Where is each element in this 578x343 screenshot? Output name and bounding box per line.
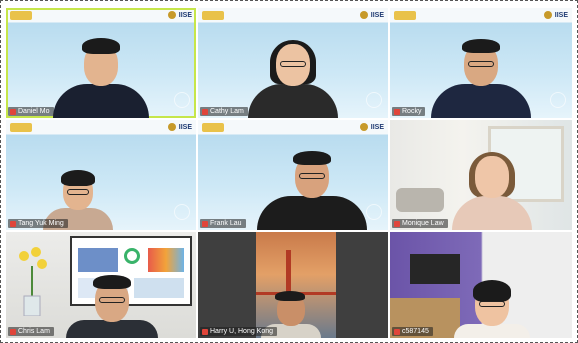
flowers-icon <box>19 247 47 316</box>
mic-muted-icon <box>394 220 400 227</box>
background-sofa <box>396 188 444 212</box>
seal-icon <box>359 123 368 131</box>
brand-bar: IISE <box>390 8 572 22</box>
video-tile-frank-lau[interactable]: IISE Frank Lau <box>198 120 388 230</box>
seal-icon <box>167 123 176 131</box>
watermark-icon <box>366 204 382 220</box>
video-tile-daniel-mo[interactable]: IISE Daniel Mo <box>6 8 196 118</box>
video-tile-tang-yuk-ming[interactable]: IISE Tang Yuk Ming <box>6 120 196 230</box>
mic-muted-icon <box>394 328 400 335</box>
participant-name-label: Cathy Lam <box>200 107 248 116</box>
participant-video <box>257 151 367 230</box>
participant-name-label: Harry U, Hong Kong <box>200 327 278 336</box>
mic-muted-icon <box>202 220 208 227</box>
participant-video <box>451 152 532 230</box>
video-grid: IISE Daniel Mo IISE Cathy Lam IISE Rocky… <box>6 8 572 338</box>
seal-icon <box>543 11 552 19</box>
mic-muted-icon <box>394 108 400 115</box>
event-logo <box>394 10 416 20</box>
background-monitor <box>410 254 460 284</box>
org-logo: IISE <box>167 123 192 131</box>
org-logo: IISE <box>359 11 384 19</box>
org-logo: IISE <box>167 11 192 19</box>
participant-name-label: Monique Law <box>392 219 448 228</box>
video-tile-monique-law[interactable]: Monique Law <box>390 120 572 230</box>
video-tile-c587145[interactable]: c587145 <box>390 232 572 338</box>
participant-name-label: Frank Lau <box>200 219 246 228</box>
watermark-icon <box>366 92 382 108</box>
participant-video <box>431 39 531 118</box>
seal-icon <box>359 11 368 19</box>
brand-bar: IISE <box>6 8 196 22</box>
video-tile-rocky[interactable]: IISE Rocky <box>390 8 572 118</box>
watermark-icon <box>550 92 566 108</box>
participant-name-label: Chris Lam <box>8 327 54 336</box>
watermark-icon <box>174 204 190 220</box>
video-tile-cathy-lam[interactable]: IISE Cathy Lam <box>198 8 388 118</box>
brand-bar: IISE <box>6 120 196 134</box>
mic-muted-icon <box>202 328 208 335</box>
org-logo: IISE <box>543 11 568 19</box>
event-logo <box>202 122 224 132</box>
event-logo <box>202 10 224 20</box>
watermark-icon <box>174 92 190 108</box>
brand-bar: IISE <box>198 8 388 22</box>
participant-name-label: Daniel Mo <box>8 107 54 116</box>
participant-video <box>66 275 159 338</box>
mic-muted-icon <box>202 108 208 115</box>
participant-video <box>53 38 149 118</box>
video-tile-harry-u[interactable]: Harry U, Hong Kong <box>198 232 388 338</box>
participant-name-label: Rocky <box>392 107 426 116</box>
participant-name-label: c587145 <box>392 327 433 336</box>
mic-muted-icon <box>10 108 16 115</box>
org-logo: IISE <box>359 123 384 131</box>
participant-video <box>248 40 338 118</box>
participant-name-label: Tang Yuk Ming <box>8 219 68 228</box>
participant-video <box>453 280 530 338</box>
seal-icon <box>167 11 176 19</box>
mic-muted-icon <box>10 220 16 227</box>
event-logo <box>10 122 32 132</box>
brand-bar: IISE <box>198 120 388 134</box>
mic-muted-icon <box>10 328 16 335</box>
video-tile-chris-lam[interactable]: Chris Lam <box>6 232 196 338</box>
event-logo <box>10 10 32 20</box>
